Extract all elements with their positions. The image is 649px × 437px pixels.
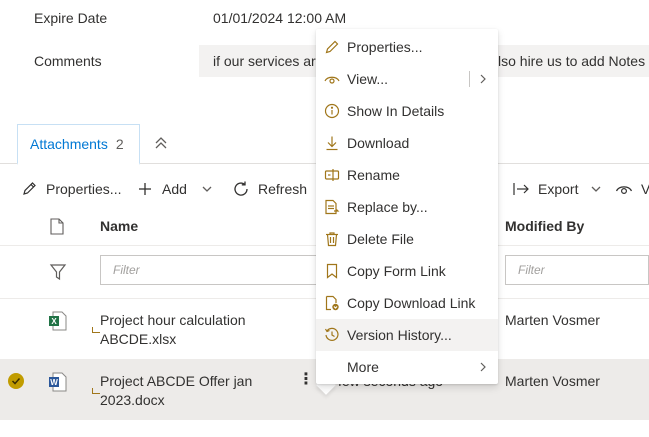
menu-item-label: Show In Details [347,103,445,119]
toolbar-add-button[interactable]: Add [136,178,187,200]
toolbar-view-button[interactable]: V [615,178,649,200]
chevron-down-icon [592,186,601,192]
modified-by-cell: Marten Vosmer [505,312,600,328]
svg-text:X: X [51,317,57,326]
menu-item-label: View... [347,71,388,87]
menu-item-label: Copy Download Link [347,295,476,311]
plus-icon [136,180,154,198]
eye-icon [324,71,340,87]
chevron-right-icon[interactable] [478,71,488,87]
new-item-indicator [92,327,100,333]
filter-icon[interactable] [49,263,67,284]
replace-icon [324,199,340,215]
pencil-icon [20,180,38,198]
expire-date-value[interactable]: 01/01/2024 12:00 AM [213,10,346,26]
trash-icon [324,231,340,247]
toolbar-export-label: Export [538,181,579,197]
comments-value-left: if our services are [213,53,324,69]
menu-item-rename[interactable]: Rename [316,159,498,191]
link-download-icon [324,295,340,311]
menu-item-label: Copy Form Link [347,263,446,279]
document-icon [50,218,64,235]
file-name-line2[interactable]: ABCDE.xlsx [100,330,246,349]
file-name-line1[interactable]: Project hour calculation [100,311,246,330]
tab-attachments[interactable]: Attachments 2 [17,124,140,165]
toolbar-view-label: V [641,181,649,197]
info-icon [324,103,340,119]
menu-item-label: Rename [347,167,400,183]
bookmark-icon [324,263,340,279]
toolbar-refresh-label: Refresh [258,181,308,197]
submenu-divider [469,71,470,87]
context-menu: Properties... View... Show In Details Do… [316,29,498,384]
name-column-header[interactable]: Name [100,218,138,234]
menu-item-download[interactable]: Download [316,127,498,159]
toolbar-export-button[interactable]: Export [512,178,602,200]
modified-by-column-header[interactable]: Modified By [505,218,584,234]
toolbar-refresh-button[interactable]: Refresh [232,178,307,200]
menu-item-label: Delete File [347,231,414,247]
tab-attachments-label: Attachments [30,136,108,152]
row-check-icon[interactable] [8,373,24,389]
toolbar-properties-label: Properties... [46,181,122,197]
menu-item-more[interactable]: More [316,351,498,383]
collapse-button[interactable] [150,132,172,154]
menu-item-label: Properties... [347,39,423,55]
double-chevron-up-icon [155,137,167,149]
comments-label: Comments [34,53,102,69]
more-actions-icon[interactable]: ⋮ [298,372,314,388]
file-name-line1[interactable]: Project ABCDE Offer jan [100,372,252,391]
file-name-line2[interactable]: 2023.docx [100,391,252,410]
menu-item-copy-download-link[interactable]: Copy Download Link [316,287,498,319]
menu-item-delete-file[interactable]: Delete File [316,223,498,255]
modified-by-cell: Marten Vosmer [505,373,600,389]
menu-item-copy-form-link[interactable]: Copy Form Link [316,255,498,287]
toolbar-properties-button[interactable]: Properties... [20,178,121,200]
chevron-down-icon [202,186,212,192]
menu-item-label: Download [347,135,410,151]
menu-item-label: More [347,359,379,375]
menu-item-show-in-details[interactable]: Show In Details [316,95,498,127]
comments-value-right: lso hire us to add Notes a [498,53,649,69]
menu-item-label: Version History... [347,327,452,343]
word-file-icon: W [48,372,68,395]
file-type-column-header[interactable] [50,218,64,238]
chevron-right-icon [478,359,488,375]
menu-item-properties[interactable]: Properties... [316,31,498,63]
download-icon [324,135,340,151]
menu-item-view[interactable]: View... [316,63,498,95]
name-filter-input[interactable]: Filter [100,255,320,285]
new-item-indicator [92,388,100,394]
toolbar-add-dropdown[interactable] [201,178,213,200]
pencil-icon [324,39,340,55]
tab-attachments-count: 2 [115,136,124,152]
history-icon [324,327,340,343]
expire-date-label: Expire Date [34,10,108,26]
toolbar-add-label: Add [162,181,187,197]
export-icon [512,180,530,198]
modified-by-filter-input[interactable]: Filter [505,255,649,285]
refresh-icon [232,180,250,198]
excel-file-icon: X [48,311,68,334]
menu-item-label: Replace by... [347,199,428,215]
rename-icon [324,167,340,183]
menu-item-version-history[interactable]: Version History... [316,319,498,351]
eye-icon [615,180,633,198]
menu-item-replace-by[interactable]: Replace by... [316,191,498,223]
svg-text:W: W [50,378,58,387]
